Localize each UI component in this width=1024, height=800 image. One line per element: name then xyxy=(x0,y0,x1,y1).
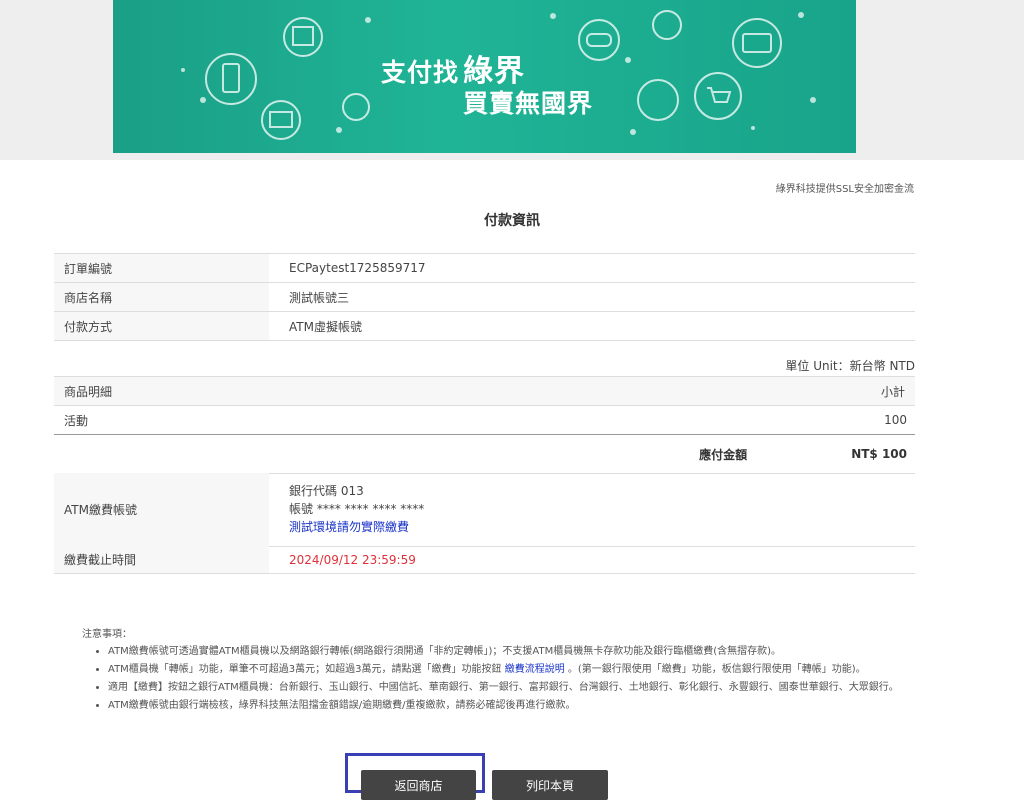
store-name-label: 商店名稱 xyxy=(54,283,269,311)
atm-account-row: ATM繳費帳號 銀行代碼 013 帳號 **** **** **** **** … xyxy=(54,473,915,547)
cart-icon xyxy=(694,72,742,120)
gamepad-icon xyxy=(578,19,620,61)
item-name: 活動 xyxy=(64,413,89,428)
notes-section: 注意事項： ATM繳費帳號可透過實體ATM櫃員機以及網路銀行轉帳(網路銀行須開通… xyxy=(82,627,902,716)
list-item: ATM繳費帳號可透過實體ATM櫃員機以及網路銀行轉帳(網路銀行須開通「非約定轉帳… xyxy=(108,644,902,659)
order-number-value: ECPaytest1725859717 xyxy=(289,261,426,275)
return-to-store-button[interactable]: 返回商店 xyxy=(361,770,476,800)
atm-account-label: ATM繳費帳號 xyxy=(54,473,269,546)
globe-icon xyxy=(342,93,370,121)
payment-deadline-value: 2024/09/12 23:59:59 xyxy=(289,552,416,567)
cloud-download-icon xyxy=(637,79,679,121)
currency-unit-note: 單位 Unit：新台幣 NTD xyxy=(785,359,915,373)
total-label: 應付金額 xyxy=(699,447,748,462)
wallet-icon xyxy=(652,10,682,40)
banner-slogan-line2: 買賣無國界 xyxy=(463,89,594,118)
item-header-name: 商品明細 xyxy=(64,384,113,399)
print-page-button[interactable]: 列印本頁 xyxy=(492,770,608,800)
payment-method-value: ATM虛擬帳號 xyxy=(289,319,362,334)
notes-list: ATM繳費帳號可透過實體ATM櫃員機以及網路銀行轉帳(網路銀行須開通「非約定轉帳… xyxy=(82,644,902,713)
ssl-note: 綠界科技提供SSL安全加密金流 xyxy=(775,184,914,195)
list-item: ATM櫃員機「轉帳」功能，單筆不可超過3萬元；如超過3萬元，請點選「繳費」功能按… xyxy=(108,662,902,677)
total-row: 應付金額 NT$ 100 xyxy=(54,435,915,474)
item-subtotal: 100 xyxy=(884,413,907,427)
payment-deadline-label: 繳費截止時間 xyxy=(54,546,269,573)
store-name-value: 測試帳號三 xyxy=(289,290,350,305)
payment-method-row: 付款方式 ATM虛擬帳號 xyxy=(54,312,915,341)
test-environment-warning: 測試環境請勿實際繳費 xyxy=(289,520,410,534)
item-header-subtotal: 小計 xyxy=(880,384,905,399)
bank-code: 銀行代碼 013 xyxy=(289,484,364,498)
order-number-row: 訂單編號 ECPaytest1725859717 xyxy=(54,254,915,283)
shop-icon xyxy=(283,17,323,57)
store-name-row: 商店名稱 測試帳號三 xyxy=(54,283,915,312)
list-item: ATM繳費帳號由銀行端檢核，綠界科技無法阻擋金額錯誤/逾期繳費/重複繳款，請務必… xyxy=(108,698,902,713)
payment-method-label: 付款方式 xyxy=(54,312,269,340)
table-row: 活動 100 xyxy=(54,406,915,435)
payment-deadline-row: 繳費截止時間 2024/09/12 23:59:59 xyxy=(54,546,915,574)
item-table-header: 商品明細 小計 xyxy=(54,376,915,406)
mobile-phone-icon xyxy=(205,53,257,105)
page-title: 付款資訊 xyxy=(484,213,540,229)
item-details-table: 商品明細 小計 活動 100 應付金額 NT$ 100 xyxy=(54,376,915,474)
account-number: 帳號 **** **** **** **** xyxy=(289,502,425,516)
note-text: 。(第一銀行限使用「繳費」功能，板信銀行限使用「轉帳」功能)。 xyxy=(567,664,866,675)
note-text: ATM櫃員機「轉帳」功能，單筆不可超過3萬元；如超過3萬元，請點選「繳費」功能按… xyxy=(108,664,502,675)
ecpay-banner: 支付找 綠界 買賣無國界 xyxy=(113,0,856,153)
atm-account-details: 銀行代碼 013 帳號 **** **** **** **** 測試環境請勿實際… xyxy=(269,473,424,546)
order-info-table: 訂單編號 ECPaytest1725859717 商店名稱 測試帳號三 付款方式… xyxy=(54,253,915,341)
payment-flow-link[interactable]: 繳費流程說明 xyxy=(505,664,565,675)
order-number-label: 訂單編號 xyxy=(54,254,269,282)
slogan-prefix: 支付找 xyxy=(381,58,460,87)
barcode-icon xyxy=(261,100,301,140)
notes-heading: 注意事項： xyxy=(82,629,132,640)
credit-card-icon xyxy=(732,18,782,68)
total-value: NT$ 100 xyxy=(851,447,907,461)
list-item: 適用【繳費】按鈕之銀行ATM櫃員機：台新銀行、玉山銀行、中國信託、華南銀行、第一… xyxy=(108,680,902,695)
